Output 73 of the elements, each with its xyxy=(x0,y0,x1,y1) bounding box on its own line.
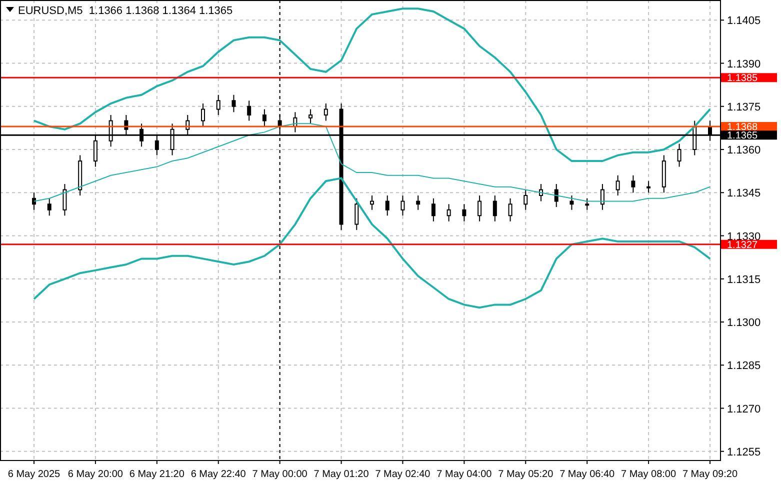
price-axis-label: 1.1405 xyxy=(727,15,761,28)
price-axis-label: 1.1315 xyxy=(727,274,761,286)
candlestick xyxy=(662,154,666,194)
price-tag: 1.1385 xyxy=(721,73,777,84)
candlestick xyxy=(262,108,266,127)
candlestick xyxy=(446,204,451,222)
candlestick xyxy=(385,195,390,216)
time-axis-label: 7 May 09:20 xyxy=(682,469,738,480)
price-axis-label: 1.1270 xyxy=(727,403,761,416)
candlestick xyxy=(201,103,205,127)
time-axis-label: 6 May 20:00 xyxy=(68,469,123,480)
candlestick xyxy=(108,114,113,148)
candlestick xyxy=(370,195,374,210)
price-axis-label: 1.1375 xyxy=(727,101,761,114)
candlestick xyxy=(492,195,497,222)
candlestick xyxy=(247,100,252,122)
time-axis-label: 7 May 06:40 xyxy=(560,469,615,480)
candlestick xyxy=(232,94,236,113)
candlestick xyxy=(539,184,543,202)
candlestick xyxy=(524,189,528,210)
dropdown-triangle-icon[interactable] xyxy=(6,7,14,12)
time-axis-label: 7 May 04:00 xyxy=(436,469,492,480)
candlestick xyxy=(431,198,436,222)
time-axis-label: 7 May 00:00 xyxy=(252,469,308,480)
candlestick xyxy=(646,180,651,194)
ref-line-label: 1.1385 xyxy=(727,73,758,84)
candlestick xyxy=(554,184,558,208)
candlestick xyxy=(416,195,420,210)
candlestick xyxy=(631,174,636,194)
time-axis-label: 7 May 01:20 xyxy=(314,469,369,480)
candlestick xyxy=(600,184,604,210)
candlestick xyxy=(47,198,52,216)
ref-line-label: 1.1365 xyxy=(727,130,758,142)
candlestick xyxy=(354,198,359,230)
price-axis-label: 1.1360 xyxy=(727,144,761,156)
candlestick xyxy=(677,143,682,168)
candlestick xyxy=(62,184,67,216)
time-axis-label: 7 May 02:40 xyxy=(375,469,430,480)
time-axis-label: 6 May 22:40 xyxy=(190,469,246,480)
candlestick xyxy=(508,198,512,222)
time-axis-label: 6 May 2025 xyxy=(8,469,60,480)
ref-line-label: 1.1327 xyxy=(727,240,758,251)
candlestick xyxy=(570,195,574,210)
candlestick xyxy=(140,123,144,148)
price-axis-label: 1.1390 xyxy=(727,58,761,70)
time-axis-label: 6 May 21:20 xyxy=(129,469,184,480)
candlestick xyxy=(93,134,98,168)
time-axis-label: 7 May 08:00 xyxy=(621,469,676,480)
price-tag: 1.1365 xyxy=(721,130,777,142)
candlestick xyxy=(308,108,313,124)
chart-title: EURUSD,M5 1.1366 1.1368 1.1364 1.1365 xyxy=(18,5,233,17)
price-axis-label: 1.1300 xyxy=(727,317,761,329)
price-axis-label: 1.1345 xyxy=(727,188,761,200)
price-tag: 1.1327 xyxy=(721,240,777,251)
candlestick xyxy=(692,120,697,156)
candlestick xyxy=(154,134,159,156)
candlestick xyxy=(216,94,220,116)
candlestick xyxy=(78,154,82,196)
candlestick xyxy=(324,103,328,122)
candlestick xyxy=(170,123,174,156)
price-axis-label: 1.1255 xyxy=(727,446,761,458)
candlestick xyxy=(186,114,190,136)
candlestick xyxy=(462,204,466,222)
candlestick xyxy=(478,195,482,222)
candlestick xyxy=(293,112,298,133)
candlestick xyxy=(124,114,128,136)
price-axis-label: 1.1285 xyxy=(727,360,761,372)
time-axis-label: 7 May 05:20 xyxy=(498,469,554,480)
candlestick xyxy=(400,195,405,216)
candlestick xyxy=(32,192,36,210)
candlestick xyxy=(616,174,620,196)
candlestick xyxy=(585,198,590,210)
candlestick xyxy=(708,120,712,142)
